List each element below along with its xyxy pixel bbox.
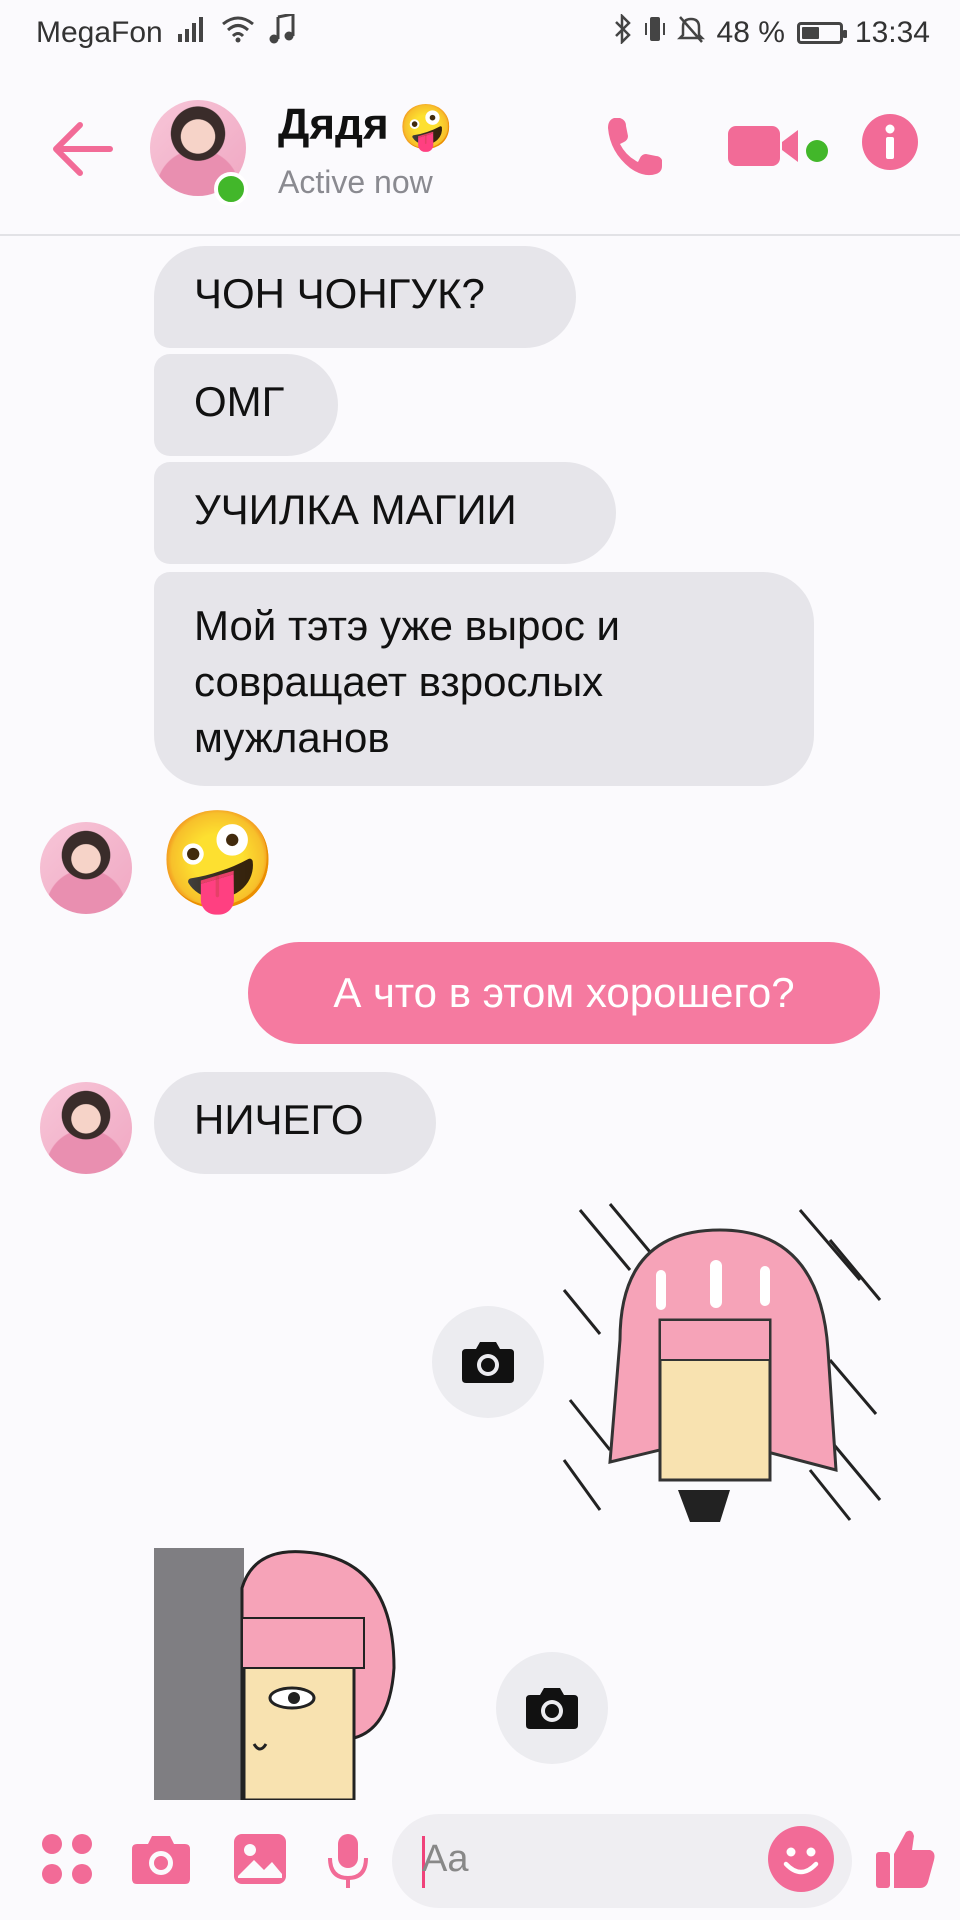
message-line: совращает взрослых — [194, 658, 604, 705]
bluetooth-icon — [613, 12, 633, 52]
sticker-image[interactable] — [560, 1200, 886, 1522]
arrow-left-icon — [53, 122, 113, 176]
contact-name-label: Дядя — [278, 100, 389, 149]
like-button[interactable] — [874, 1826, 938, 1895]
incoming-message[interactable]: ОМГ — [154, 354, 338, 456]
camera-icon — [462, 1342, 514, 1383]
pink-hair-girl-sticker — [562, 1203, 882, 1522]
clock-label: 13:34 — [854, 16, 930, 49]
conversation-header: Дядя 🤪 Active now — [0, 68, 960, 236]
camera-icon — [132, 1836, 190, 1884]
incoming-message[interactable]: Мой тэтэ уже вырос и совращает взрослых … — [154, 572, 814, 786]
incoming-message[interactable]: УЧИЛКА МАГИИ — [154, 462, 616, 564]
smile-icon — [783, 1847, 819, 1875]
contact-status: Active now — [278, 164, 433, 200]
sender-avatar[interactable] — [40, 822, 132, 914]
more-actions-button[interactable] — [40, 1832, 94, 1891]
battery-icon — [796, 22, 847, 44]
vibrate-icon — [644, 14, 665, 52]
emoji-message[interactable]: 🤪 — [158, 806, 278, 916]
voice-record-button[interactable] — [326, 1832, 370, 1895]
signal-icon — [177, 16, 207, 50]
online-indicator — [214, 172, 248, 206]
gallery-button[interactable] — [232, 1832, 288, 1891]
camera-icon — [526, 1688, 578, 1729]
music-note-icon — [269, 12, 295, 52]
sticker-image[interactable] — [154, 1548, 454, 1800]
peeking-girl-sticker — [154, 1548, 396, 1800]
battery-level-fill — [801, 27, 819, 39]
four-dots-icon — [42, 1834, 92, 1884]
message-composer: Aa — [0, 1800, 960, 1920]
image-icon — [234, 1834, 286, 1884]
sender-avatar[interactable] — [40, 1082, 132, 1174]
muted-bell-icon — [676, 14, 705, 52]
status-bar: MegaFon 48 % 13:34 — [0, 0, 960, 68]
phone-icon — [608, 118, 662, 176]
contact-name[interactable]: Дядя 🤪 — [278, 100, 453, 153]
message-line: мужланов — [194, 714, 390, 761]
call-button[interactable] — [600, 112, 670, 182]
outgoing-message[interactable]: А что в этом хорошего? — [248, 942, 880, 1044]
save-photo-button[interactable] — [432, 1306, 544, 1418]
video-camera-icon — [728, 126, 798, 166]
battery-percent-label: 48 % — [716, 16, 785, 49]
save-photo-button[interactable] — [496, 1652, 608, 1764]
thumbs-up-icon — [876, 1830, 935, 1888]
incoming-message[interactable]: ЧОН ЧОНГУК? — [154, 246, 576, 348]
wifi-icon — [221, 15, 255, 51]
contact-emoji: 🤪 — [398, 103, 454, 153]
info-icon — [862, 114, 918, 170]
info-button[interactable] — [860, 112, 920, 172]
video-online-dot — [806, 140, 828, 162]
microphone-icon — [328, 1834, 368, 1888]
carrier-label: MegaFon — [36, 16, 163, 49]
video-call-button[interactable] — [726, 112, 816, 182]
message-line: Мой тэтэ уже вырос и — [194, 602, 620, 649]
camera-button[interactable] — [130, 1832, 192, 1891]
message-input[interactable]: Aa — [392, 1814, 852, 1908]
message-input-placeholder: Aa — [422, 1838, 469, 1880]
emoji-button[interactable] — [768, 1826, 834, 1892]
incoming-message[interactable]: НИЧЕГО — [154, 1072, 436, 1174]
back-button[interactable] — [48, 114, 118, 184]
